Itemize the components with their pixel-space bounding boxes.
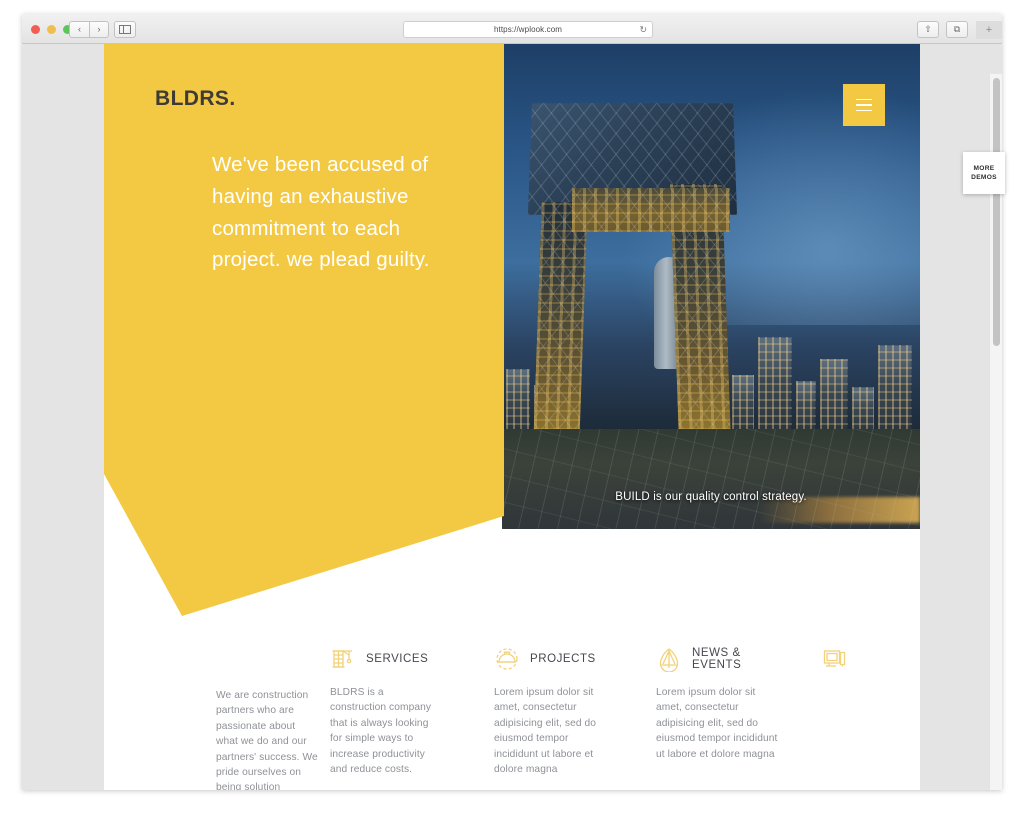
building <box>820 359 848 433</box>
feature-column-news[interactable]: NEWS & EVENTS Lorem ipsum dolor sit amet… <box>656 644 778 762</box>
hero-background-photo: BUILD is our quality control strategy. <box>502 44 920 529</box>
page-scrollbar-thumb[interactable] <box>993 78 1000 346</box>
hero-headline: We've been accused of having an exhausti… <box>212 153 430 272</box>
forward-button[interactable]: › <box>89 21 109 38</box>
feature-column-projects[interactable]: PROJECTS Lorem ipsum dolor sit amet, con… <box>494 644 612 777</box>
menu-icon-line <box>856 104 872 106</box>
feature-body: BLDRS is a construction company that is … <box>330 687 432 776</box>
feature-column-intro: We are construction partners who are pas… <box>216 688 320 790</box>
back-button[interactable]: ‹ <box>69 21 89 38</box>
feature-column-extra[interactable] <box>822 644 920 685</box>
window-lights <box>572 188 730 232</box>
hardhat-gear-icon <box>494 646 520 672</box>
minimize-window-button[interactable] <box>47 25 56 34</box>
feature-body: Lorem ipsum dolor sit amet, consectetur … <box>656 687 778 760</box>
feature-header: PROJECTS <box>494 644 612 674</box>
sidebar-icon <box>119 25 131 34</box>
url-text: https://wplook.com <box>493 25 563 34</box>
feature-body: Lorem ipsum dolor sit amet, consectetur … <box>494 687 597 776</box>
feature-header <box>822 644 920 674</box>
feature-header: SERVICES <box>330 644 442 674</box>
window-controls <box>31 25 72 34</box>
hamburger-menu-button[interactable] <box>843 84 885 126</box>
sidebar-toggle-button[interactable] <box>114 21 136 38</box>
reload-icon[interactable]: ↻ <box>639 25 647 34</box>
building <box>796 381 816 433</box>
feature-title: SERVICES <box>366 653 429 665</box>
menu-icon-line <box>856 109 872 112</box>
toolbar-right-buttons: ⇧ ⧉ <box>917 21 968 38</box>
tower-overhang <box>572 188 730 232</box>
tabs-overview-icon[interactable]: ⧉ <box>946 21 968 38</box>
page-viewport: BUILD is our quality control strategy. B… <box>22 44 1002 790</box>
feature-column-services[interactable]: SERVICES BLDRS is a construction company… <box>330 644 442 777</box>
compass-icon <box>656 646 682 673</box>
navigation-buttons: ‹ › <box>69 21 109 38</box>
building <box>852 387 874 433</box>
menu-icon-line <box>856 98 872 101</box>
address-bar[interactable]: https://wplook.com ↻ <box>403 21 653 38</box>
share-icon[interactable]: ⇧ <box>917 21 939 38</box>
building <box>878 345 912 433</box>
building <box>758 337 792 433</box>
hero-caption: BUILD is our quality control strategy. <box>615 491 807 503</box>
browser-titlebar: ‹ › https://wplook.com ↻ ⇧ ⧉ + <box>22 14 1002 44</box>
more-demos-line1: MORE <box>973 165 995 172</box>
more-demos-line2: DEMOS <box>971 174 997 181</box>
site-logo[interactable]: BLDRS. <box>155 87 236 111</box>
browser-window: ‹ › https://wplook.com ↻ ⇧ ⧉ + BUILD is … <box>22 14 1002 790</box>
feature-header: NEWS & EVENTS <box>656 644 778 674</box>
close-window-button[interactable] <box>31 25 40 34</box>
new-tab-button[interactable]: + <box>976 21 1002 39</box>
monitor-icon <box>822 646 848 672</box>
hero-yellow-panel: BLDRS. We've been accused of having an e… <box>104 44 504 616</box>
plaza-ground <box>502 429 920 529</box>
feature-title: PROJECTS <box>530 653 596 665</box>
crane-icon <box>330 646 356 672</box>
feature-columns: We are construction partners who are pas… <box>104 644 920 790</box>
website-page: BUILD is our quality control strategy. B… <box>104 44 920 790</box>
feature-title: NEWS & EVENTS <box>692 647 742 671</box>
more-demos-tab[interactable]: MORE DEMOS <box>963 152 1005 194</box>
intro-paragraph: We are construction partners who are pas… <box>216 690 318 790</box>
